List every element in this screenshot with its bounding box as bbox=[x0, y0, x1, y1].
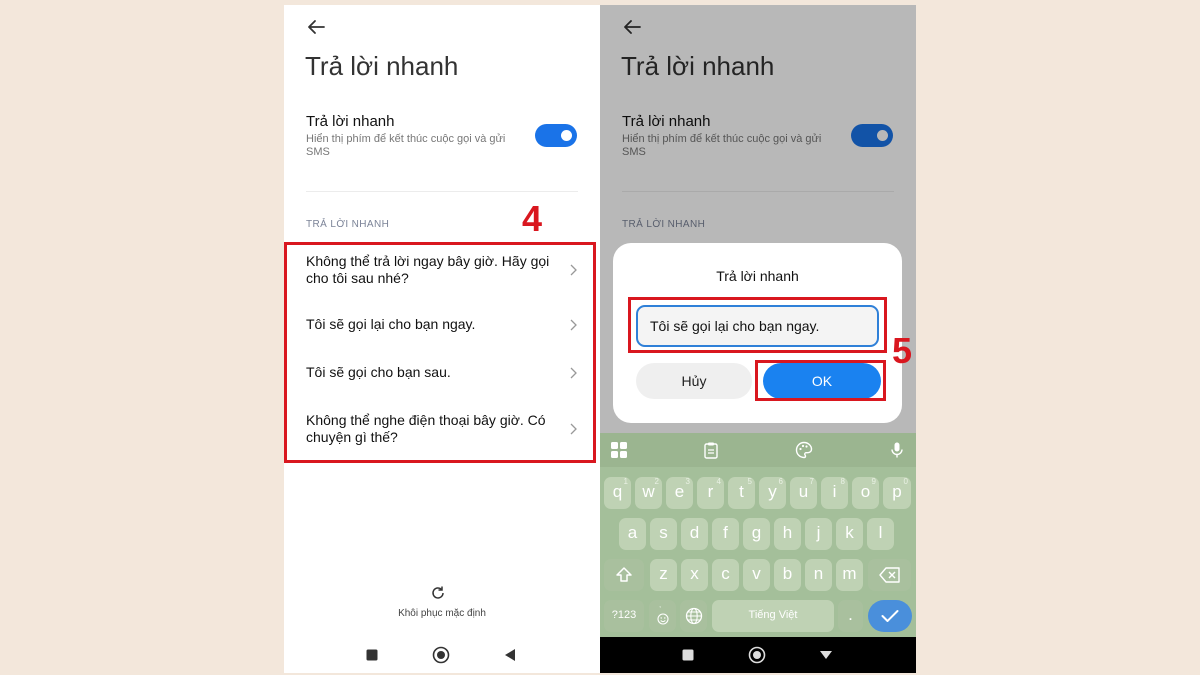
key-w[interactable]: w2 bbox=[635, 477, 662, 509]
key-x[interactable]: x bbox=[681, 559, 708, 591]
shift-key[interactable] bbox=[604, 559, 644, 591]
key-label: w bbox=[642, 482, 655, 501]
shift-icon bbox=[616, 567, 632, 582]
backspace-key[interactable] bbox=[868, 559, 911, 591]
keyboard: q1 w2 e3 r4 t5 y6 u7 i8 o9 p0 a s d f g … bbox=[600, 433, 916, 637]
step-number-5: 5 bbox=[892, 330, 913, 371]
nav-bar bbox=[600, 637, 916, 673]
apps-grid-icon[interactable] bbox=[610, 441, 628, 459]
key-label: p bbox=[892, 482, 902, 501]
keyboard-toolbar bbox=[600, 433, 916, 467]
key-hint: 3 bbox=[685, 477, 690, 486]
key-label: i bbox=[832, 482, 837, 501]
key-hint: 8 bbox=[840, 477, 845, 486]
key-q[interactable]: q1 bbox=[604, 477, 631, 509]
key-r[interactable]: r4 bbox=[697, 477, 724, 509]
back-button[interactable] bbox=[500, 645, 520, 665]
key-a[interactable]: a bbox=[619, 518, 646, 550]
circle-icon bbox=[432, 646, 450, 664]
page-title: Trả lời nhanh bbox=[305, 51, 459, 81]
key-s[interactable]: s bbox=[650, 518, 677, 550]
keyboard-hide-button[interactable] bbox=[816, 645, 836, 665]
key-label: u bbox=[798, 482, 809, 501]
toggle-knob bbox=[561, 130, 572, 141]
key-label: e bbox=[674, 482, 685, 501]
divider bbox=[306, 191, 578, 192]
key-c[interactable]: c bbox=[712, 559, 739, 591]
palette-icon[interactable] bbox=[795, 441, 813, 459]
symbols-key[interactable]: ?123 bbox=[604, 600, 644, 632]
key-h[interactable]: h bbox=[774, 518, 801, 550]
highlight-box-ok bbox=[755, 360, 886, 401]
checkmark-icon bbox=[881, 610, 899, 622]
emoji-key[interactable]: , bbox=[649, 600, 676, 632]
enter-key[interactable] bbox=[868, 600, 912, 632]
cancel-button[interactable]: Hủy bbox=[636, 363, 752, 399]
clipboard-icon[interactable] bbox=[702, 441, 720, 459]
key-hint: 1 bbox=[623, 477, 628, 486]
key-b[interactable]: b bbox=[774, 559, 801, 591]
key-hint: 0 bbox=[903, 477, 908, 486]
key-hint: , bbox=[659, 600, 662, 609]
space-key[interactable]: Tiếng Việt bbox=[712, 600, 834, 632]
key-label: r bbox=[707, 482, 714, 501]
dialog-title: Trả lời nhanh bbox=[716, 268, 799, 284]
microphone-icon[interactable] bbox=[888, 441, 906, 459]
key-label: o bbox=[860, 482, 871, 501]
key-u[interactable]: u7 bbox=[790, 477, 817, 509]
language-key[interactable] bbox=[680, 600, 707, 632]
key-o[interactable]: o9 bbox=[852, 477, 879, 509]
key-v[interactable]: v bbox=[743, 559, 770, 591]
globe-icon bbox=[685, 607, 702, 625]
section-header: TRẢ LỜI NHANH bbox=[306, 219, 390, 230]
key-m[interactable]: m bbox=[836, 559, 863, 591]
key-label: t bbox=[739, 482, 744, 501]
restore-icon[interactable] bbox=[430, 585, 446, 601]
key-f[interactable]: f bbox=[712, 518, 739, 550]
key-p[interactable]: p0 bbox=[883, 477, 911, 509]
backspace-icon bbox=[878, 567, 900, 583]
step-number-4: 4 bbox=[522, 198, 543, 239]
restore-defaults-label[interactable]: Khôi phục mặc định bbox=[284, 608, 600, 619]
key-z[interactable]: z bbox=[650, 559, 677, 591]
chevron-down-icon bbox=[820, 651, 832, 659]
key-k[interactable]: k bbox=[836, 518, 863, 550]
key-hint: 4 bbox=[716, 477, 721, 486]
key-n[interactable]: n bbox=[805, 559, 832, 591]
highlight-box-reply-list bbox=[284, 242, 596, 463]
quick-reply-setting-description: Hiển thị phím để kết thúc cuộc gọi và gử… bbox=[306, 133, 506, 158]
key-l[interactable]: l bbox=[867, 518, 894, 550]
key-hint: 6 bbox=[778, 477, 783, 486]
key-e[interactable]: e3 bbox=[666, 477, 693, 509]
nav-bar bbox=[284, 637, 600, 673]
key-g[interactable]: g bbox=[743, 518, 770, 550]
period-key[interactable]: . bbox=[838, 600, 863, 632]
key-label: y bbox=[768, 482, 777, 501]
back-arrow-icon[interactable] bbox=[304, 15, 328, 39]
key-y[interactable]: y6 bbox=[759, 477, 786, 509]
key-label: q bbox=[612, 482, 623, 501]
home-button[interactable] bbox=[431, 645, 451, 665]
key-j[interactable]: j bbox=[805, 518, 832, 550]
square-icon bbox=[366, 649, 378, 661]
key-t[interactable]: t5 bbox=[728, 477, 755, 509]
circle-icon bbox=[748, 646, 766, 664]
recents-button[interactable] bbox=[362, 645, 382, 665]
quick-reply-setting-title: Trả lời nhanh bbox=[306, 113, 395, 130]
quick-reply-toggle[interactable] bbox=[535, 124, 577, 147]
emoji-icon bbox=[656, 613, 669, 625]
key-hint: 5 bbox=[747, 477, 752, 486]
recents-button[interactable] bbox=[678, 645, 698, 665]
key-hint: 9 bbox=[871, 477, 876, 486]
key-hint: 2 bbox=[654, 477, 659, 486]
square-icon bbox=[682, 649, 694, 661]
key-hint: 7 bbox=[809, 477, 814, 486]
highlight-box-input bbox=[628, 297, 887, 353]
triangle-back-icon bbox=[505, 649, 515, 661]
key-d[interactable]: d bbox=[681, 518, 708, 550]
home-button[interactable] bbox=[747, 645, 767, 665]
key-i[interactable]: i8 bbox=[821, 477, 848, 509]
